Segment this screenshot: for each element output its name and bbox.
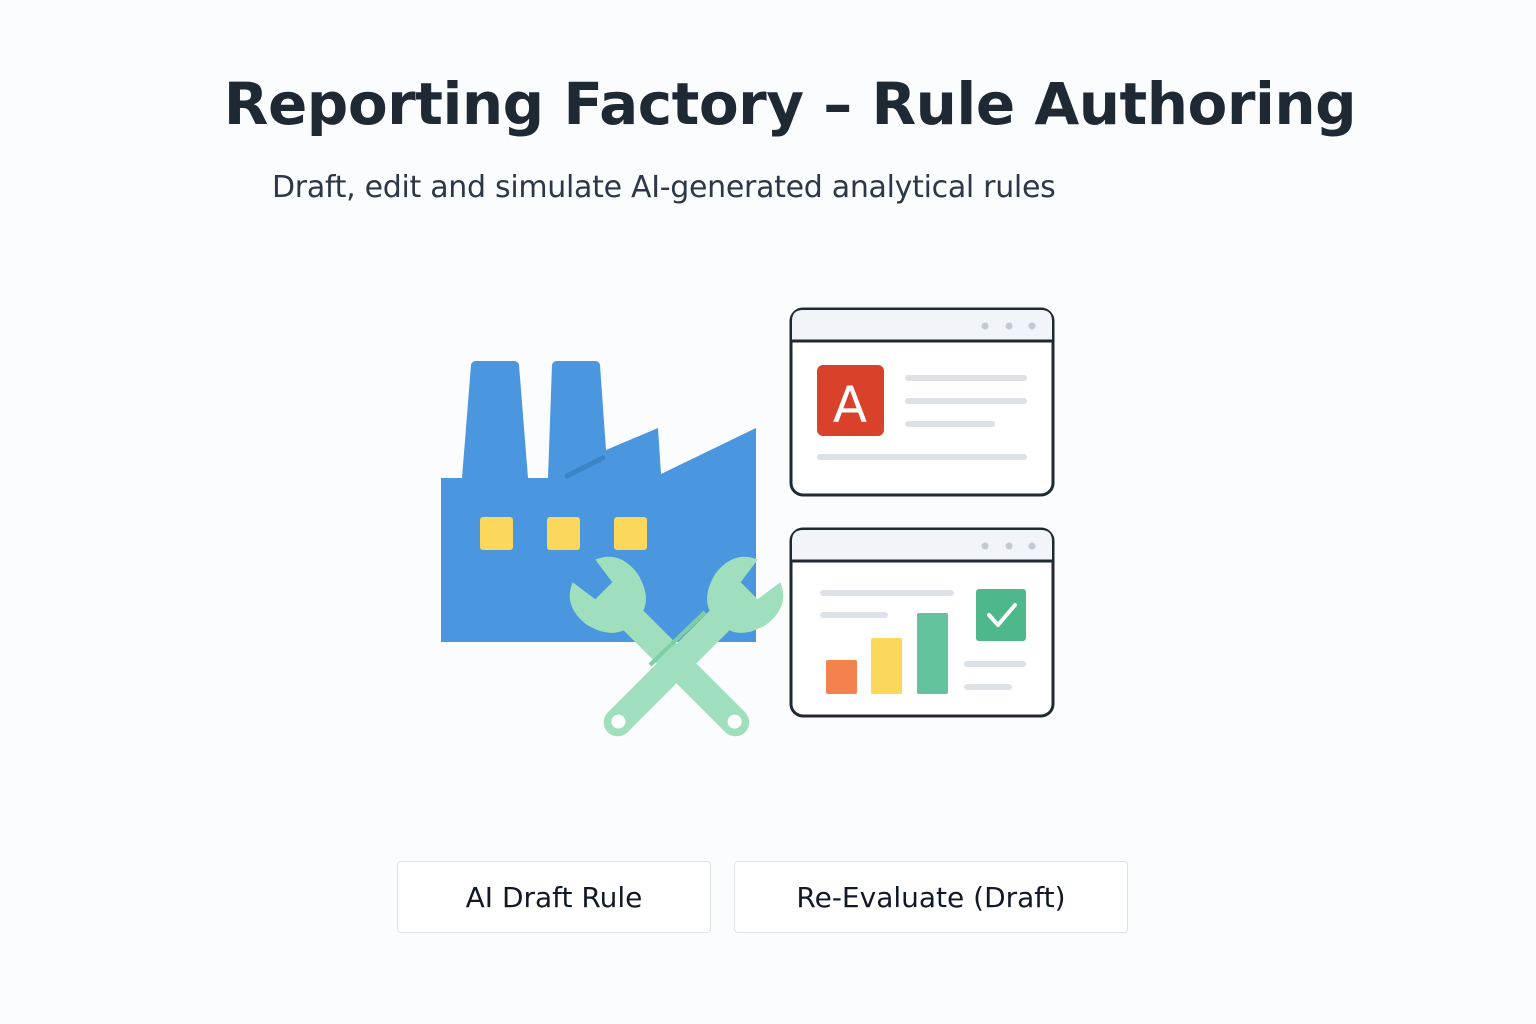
- window-dot: [1028, 322, 1036, 330]
- factory-window: [480, 517, 513, 550]
- window-dot: [981, 542, 989, 550]
- window-dot: [1005, 322, 1013, 330]
- bar: [871, 638, 902, 694]
- checkmark-icon: [976, 589, 1026, 641]
- rule-document-window: A: [789, 307, 1055, 497]
- window-dot: [1028, 542, 1036, 550]
- bar: [917, 613, 948, 694]
- re-evaluate-draft-button[interactable]: Re-Evaluate (Draft): [734, 861, 1128, 933]
- factory-window: [614, 517, 647, 550]
- rule-badge-letter: A: [833, 376, 867, 434]
- simulation-results-window: [789, 527, 1055, 718]
- window-dot: [1005, 542, 1013, 550]
- ai-draft-rule-button[interactable]: AI Draft Rule: [397, 861, 711, 933]
- window-dot: [981, 322, 989, 330]
- rule-authoring-page: Reporting Factory – Rule Authoring Draft…: [0, 0, 1536, 1024]
- factory-window: [547, 517, 580, 550]
- bar: [826, 660, 857, 694]
